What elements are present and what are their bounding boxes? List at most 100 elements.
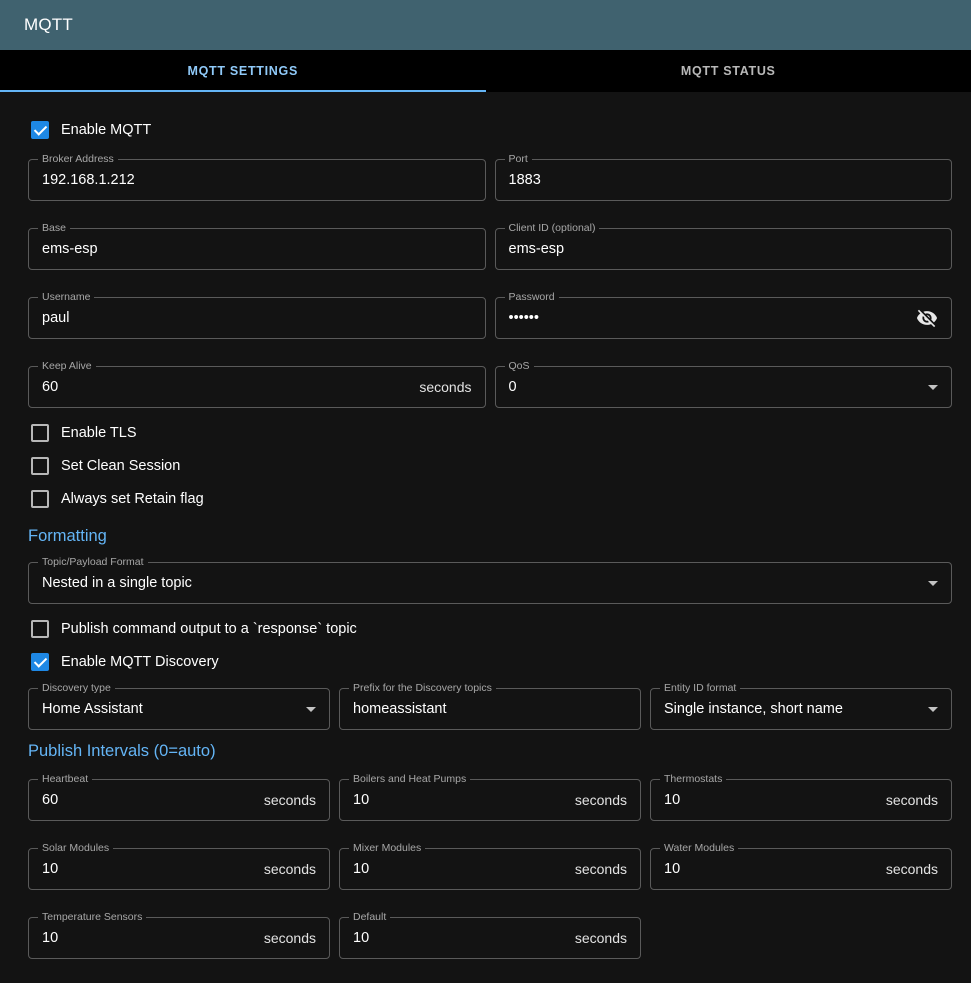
checkbox-icon bbox=[31, 653, 49, 671]
visibility-off-icon bbox=[916, 307, 938, 329]
intervals-grid: Heartbeat 60 seconds Boilers and Heat Pu… bbox=[28, 779, 952, 959]
enable-discovery-checkbox[interactable]: Enable MQTT Discovery bbox=[28, 645, 952, 678]
dropdown-caret-icon bbox=[306, 707, 316, 712]
keepalive-qos-row: Keep Alive 60 seconds QoS 0 bbox=[28, 366, 952, 408]
keep-alive-label: Keep Alive bbox=[38, 360, 96, 373]
water-interval-field[interactable]: Water Modules 10 seconds bbox=[650, 848, 952, 890]
interval-value: 10 bbox=[353, 930, 369, 946]
default-interval-field[interactable]: Default 10 seconds bbox=[339, 917, 641, 959]
interval-value: 10 bbox=[353, 861, 369, 877]
enable-tls-checkbox[interactable]: Enable TLS bbox=[28, 416, 952, 449]
port-value: 1883 bbox=[509, 172, 541, 188]
interval-unit: seconds bbox=[575, 792, 627, 808]
interval-unit: seconds bbox=[264, 792, 316, 808]
password-value: •••••• bbox=[509, 310, 539, 326]
entity-id-format-select[interactable]: Entity ID format Single instance, short … bbox=[650, 688, 952, 730]
checkbox-label: Always set Retain flag bbox=[61, 491, 204, 507]
port-field[interactable]: Port 1883 bbox=[495, 159, 953, 201]
interval-label: Heartbeat bbox=[38, 773, 92, 786]
thermostats-interval-field[interactable]: Thermostats 10 seconds bbox=[650, 779, 952, 821]
credentials-row: Username paul Password •••••• bbox=[28, 297, 952, 339]
interval-value: 10 bbox=[664, 792, 680, 808]
base-clientid-row: Base ems-esp Client ID (optional) ems-es… bbox=[28, 228, 952, 270]
retain-flag-checkbox[interactable]: Always set Retain flag bbox=[28, 482, 952, 515]
broker-port-row: Broker Address 192.168.1.212 Port 1883 bbox=[28, 159, 952, 201]
keep-alive-value: 60 bbox=[42, 379, 58, 395]
base-label: Base bbox=[38, 222, 70, 235]
entity-id-format-label: Entity ID format bbox=[660, 682, 740, 695]
interval-unit: seconds bbox=[886, 861, 938, 877]
tab-mqtt-status[interactable]: MQTT STATUS bbox=[486, 50, 971, 92]
app-bar: MQTT bbox=[0, 0, 971, 50]
client-id-value: ems-esp bbox=[509, 241, 565, 257]
page-title: MQTT bbox=[24, 15, 73, 35]
checkbox-icon bbox=[31, 457, 49, 475]
interval-label: Temperature Sensors bbox=[38, 911, 146, 924]
interval-value: 10 bbox=[664, 861, 680, 877]
temperature-sensors-interval-field[interactable]: Temperature Sensors 10 seconds bbox=[28, 917, 330, 959]
qos-value: 0 bbox=[509, 379, 517, 395]
tab-bar: MQTT SETTINGS MQTT STATUS bbox=[0, 50, 971, 92]
interval-label: Solar Modules bbox=[38, 842, 113, 855]
interval-value: 10 bbox=[42, 930, 58, 946]
username-value: paul bbox=[42, 310, 69, 326]
client-id-field[interactable]: Client ID (optional) ems-esp bbox=[495, 228, 953, 270]
discovery-type-value: Home Assistant bbox=[42, 701, 143, 717]
dropdown-caret-icon bbox=[928, 707, 938, 712]
dropdown-caret-icon bbox=[928, 581, 938, 586]
formatting-section-heading: Formatting bbox=[28, 527, 952, 546]
discovery-type-select[interactable]: Discovery type Home Assistant bbox=[28, 688, 330, 730]
discovery-row: Discovery type Home Assistant Prefix for… bbox=[28, 688, 952, 730]
username-field[interactable]: Username paul bbox=[28, 297, 486, 339]
boilers-interval-field[interactable]: Boilers and Heat Pumps 10 seconds bbox=[339, 779, 641, 821]
interval-unit: seconds bbox=[886, 792, 938, 808]
checkbox-icon bbox=[31, 620, 49, 638]
discovery-prefix-field[interactable]: Prefix for the Discovery topics homeassi… bbox=[339, 688, 641, 730]
intervals-section-heading: Publish Intervals (0=auto) bbox=[28, 742, 952, 761]
base-field[interactable]: Base ems-esp bbox=[28, 228, 486, 270]
broker-address-label: Broker Address bbox=[38, 153, 118, 166]
broker-address-value: 192.168.1.212 bbox=[42, 172, 135, 188]
interval-label: Boilers and Heat Pumps bbox=[349, 773, 470, 786]
tab-mqtt-settings[interactable]: MQTT SETTINGS bbox=[0, 50, 486, 92]
keep-alive-field[interactable]: Keep Alive 60 seconds bbox=[28, 366, 486, 408]
discovery-prefix-value: homeassistant bbox=[353, 701, 447, 717]
broker-address-field[interactable]: Broker Address 192.168.1.212 bbox=[28, 159, 486, 201]
interval-unit: seconds bbox=[575, 930, 627, 946]
password-field[interactable]: Password •••••• bbox=[495, 297, 953, 339]
checkbox-label: Set Clean Session bbox=[61, 458, 180, 474]
checkbox-icon bbox=[31, 490, 49, 508]
port-label: Port bbox=[505, 153, 532, 166]
clean-session-checkbox[interactable]: Set Clean Session bbox=[28, 449, 952, 482]
publish-response-checkbox[interactable]: Publish command output to a `response` t… bbox=[28, 612, 952, 645]
interval-label: Water Modules bbox=[660, 842, 738, 855]
topic-format-select[interactable]: Topic/Payload Format Nested in a single … bbox=[28, 562, 952, 604]
checkbox-icon bbox=[31, 121, 49, 139]
checkbox-label: Enable MQTT Discovery bbox=[61, 654, 219, 670]
enable-mqtt-checkbox[interactable]: Enable MQTT bbox=[28, 113, 952, 146]
interval-label: Default bbox=[349, 911, 390, 924]
interval-label: Thermostats bbox=[660, 773, 726, 786]
interval-value: 60 bbox=[42, 792, 58, 808]
interval-value: 10 bbox=[42, 861, 58, 877]
qos-label: QoS bbox=[505, 360, 534, 373]
base-value: ems-esp bbox=[42, 241, 98, 257]
interval-label: Mixer Modules bbox=[349, 842, 425, 855]
discovery-type-label: Discovery type bbox=[38, 682, 115, 695]
password-label: Password bbox=[505, 291, 559, 304]
dropdown-caret-icon bbox=[928, 385, 938, 390]
mixer-interval-field[interactable]: Mixer Modules 10 seconds bbox=[339, 848, 641, 890]
settings-form: Enable MQTT Broker Address 192.168.1.212… bbox=[0, 92, 971, 959]
toggle-password-visibility-button[interactable] bbox=[916, 307, 938, 329]
checkbox-label: Publish command output to a `response` t… bbox=[61, 621, 357, 637]
solar-interval-field[interactable]: Solar Modules 10 seconds bbox=[28, 848, 330, 890]
keep-alive-unit: seconds bbox=[419, 379, 471, 395]
interval-unit: seconds bbox=[264, 861, 316, 877]
checkbox-label: Enable MQTT bbox=[61, 122, 151, 138]
heartbeat-interval-field[interactable]: Heartbeat 60 seconds bbox=[28, 779, 330, 821]
checkbox-label: Enable TLS bbox=[61, 425, 137, 441]
entity-id-format-value: Single instance, short name bbox=[664, 701, 843, 717]
topic-format-label: Topic/Payload Format bbox=[38, 556, 148, 569]
qos-select[interactable]: QoS 0 bbox=[495, 366, 953, 408]
interval-unit: seconds bbox=[264, 930, 316, 946]
